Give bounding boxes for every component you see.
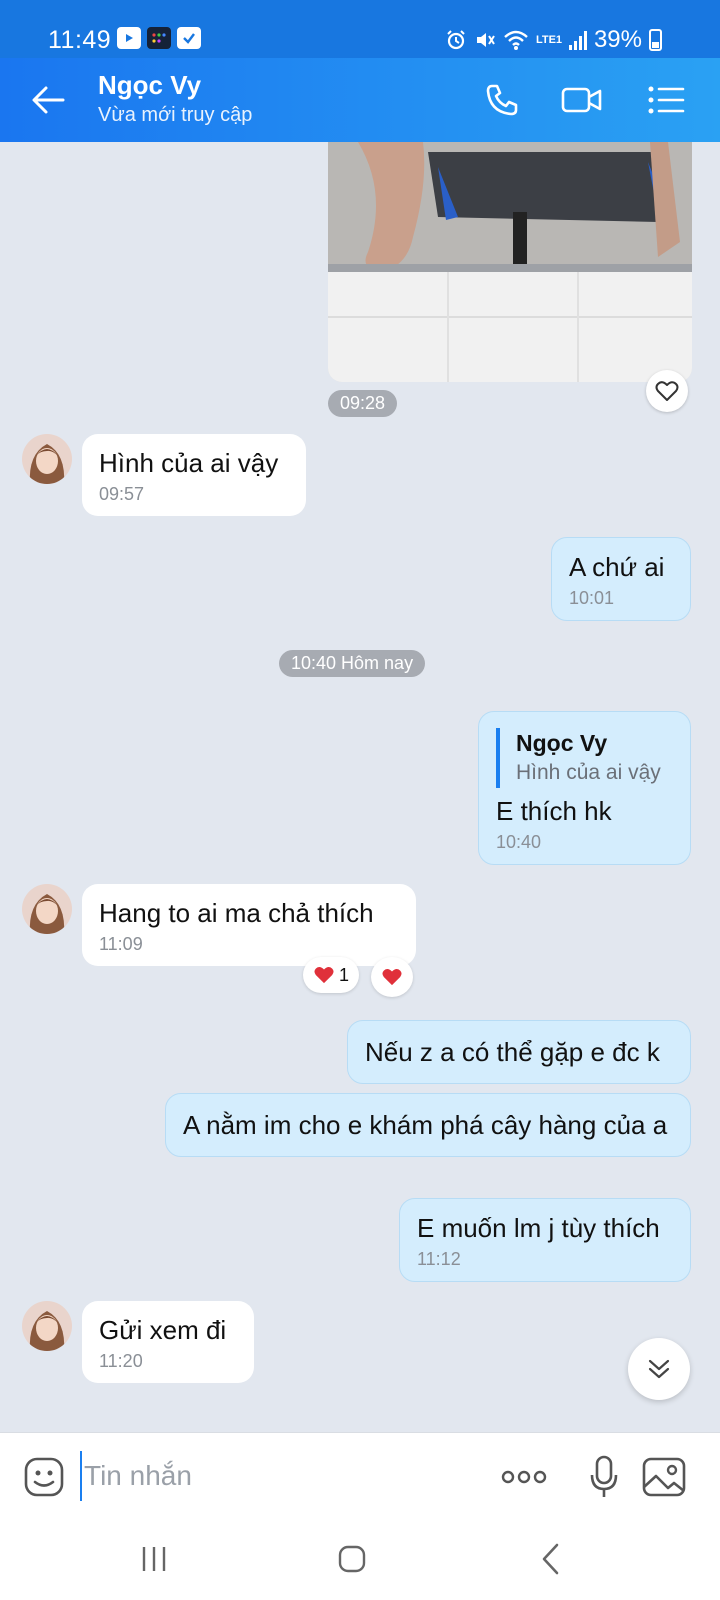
- quoted-sender: Ngọc Vy: [516, 730, 608, 756]
- voice-message-button[interactable]: [580, 1453, 628, 1501]
- more-dots-icon: [501, 1470, 547, 1484]
- message-bubble[interactable]: Gửi xem đi 11:20: [82, 1301, 254, 1383]
- heart-icon: [314, 967, 334, 984]
- chat-thread[interactable]: 09:28 Hình của ai vậy 09:57 A chứ ai 10:…: [0, 142, 720, 1432]
- message-composer: [0, 1432, 720, 1518]
- message-time: 11:09: [99, 934, 143, 954]
- alarm-icon: [447, 30, 465, 50]
- message-text: A nằm im cho e khám phá cây hàng của a: [183, 1110, 668, 1140]
- photo-image: [328, 142, 692, 382]
- avatar[interactable]: [22, 434, 72, 484]
- signal-icon: [568, 30, 587, 50]
- message-text: Nếu z a có thể gặp e đc k: [365, 1037, 660, 1067]
- contact-status: Vừa mới truy cập: [98, 104, 253, 126]
- status-bar: 11:49 LTE1 39%: [0, 0, 720, 58]
- message-time: 11:12: [417, 1249, 461, 1269]
- call-button[interactable]: [478, 76, 526, 124]
- message-bubble[interactable]: A nằm im cho e khám phá cây hàng của a: [165, 1093, 691, 1157]
- home-button[interactable]: [322, 1534, 382, 1584]
- list-menu-icon: [648, 86, 685, 114]
- app-notification-icon: [147, 27, 171, 49]
- status-right: LTE1 39%: [445, 26, 662, 54]
- quoted-text: Hình của ai vậy: [516, 761, 661, 784]
- sticker-smile-icon: [24, 1457, 64, 1497]
- message-bubble[interactable]: Hang to ai ma chả thích 11:09: [82, 884, 416, 966]
- more-options-button[interactable]: [496, 1453, 552, 1501]
- phone-icon: [486, 84, 518, 116]
- home-icon: [338, 1545, 366, 1573]
- reply-message-bubble[interactable]: Ngọc Vy Hình của ai vậy E thích hk 10:40: [478, 711, 691, 865]
- wifi-icon: [504, 30, 528, 50]
- notification-icons: [117, 27, 201, 49]
- double-chevron-down-icon: [648, 1359, 670, 1379]
- message-bubble[interactable]: Hình của ai vậy 09:57: [82, 434, 306, 516]
- check-notification-icon: [177, 27, 201, 49]
- quoted-message[interactable]: Ngọc Vy Hình của ai vậy: [496, 728, 673, 788]
- microphone-icon: [590, 1455, 618, 1497]
- like-button[interactable]: [646, 370, 688, 412]
- status-time: 11:49: [48, 26, 112, 54]
- battery-icon: [649, 29, 662, 51]
- message-bubble[interactable]: Nếu z a có thể gặp e đc k: [347, 1020, 691, 1084]
- back-button[interactable]: [28, 80, 68, 120]
- sticker-button[interactable]: [20, 1453, 68, 1501]
- video-call-button[interactable]: [558, 76, 606, 124]
- shared-photo[interactable]: [328, 142, 692, 382]
- avatar[interactable]: [22, 1301, 72, 1351]
- battery-percent: 39%: [593, 26, 642, 53]
- message-time: 10:01: [569, 588, 615, 608]
- message-text: Gửi xem đi: [99, 1315, 227, 1345]
- system-nav-bar: [0, 1518, 720, 1600]
- mute-icon: [476, 33, 495, 47]
- message-input[interactable]: [80, 1451, 480, 1501]
- message-bubble[interactable]: A chứ ai 10:01: [551, 537, 691, 621]
- gallery-button[interactable]: [640, 1453, 688, 1501]
- scroll-to-bottom-button[interactable]: [628, 1338, 690, 1400]
- message-text: E muốn lm j tùy thích: [417, 1213, 660, 1243]
- message-bubble[interactable]: E muốn lm j tùy thích 11:12: [399, 1198, 691, 1282]
- chat-header: Ngọc Vy Vừa mới truy cập: [0, 58, 720, 142]
- heart-icon: [382, 969, 402, 986]
- reaction-summary[interactable]: 1: [303, 957, 359, 993]
- message-text: Hang to ai ma chả thích: [99, 898, 374, 928]
- avatar[interactable]: [22, 884, 72, 934]
- arrow-left-icon: [32, 86, 65, 114]
- reaction-count: 1: [338, 964, 349, 985]
- photo-timestamp: 09:28: [328, 390, 398, 417]
- volte-icon: LTE1: [535, 33, 563, 46]
- message-text: E thích hk: [496, 796, 612, 826]
- menu-button[interactable]: [642, 76, 690, 124]
- message-time: 10:40: [496, 832, 542, 852]
- message-time: 09:57: [99, 484, 145, 504]
- heart-outline-icon: [655, 381, 679, 401]
- recent-apps-icon: [142, 1547, 166, 1571]
- recent-apps-button[interactable]: [124, 1534, 184, 1584]
- back-nav-button[interactable]: [520, 1534, 580, 1584]
- image-gallery-icon: [642, 1457, 686, 1497]
- chevron-left-icon: [542, 1543, 559, 1575]
- date-separator: 10:40 Hôm nay: [279, 650, 426, 677]
- message-time: 11:20: [99, 1351, 143, 1371]
- react-button[interactable]: [371, 957, 413, 997]
- message-text: A chứ ai: [569, 552, 665, 582]
- contact-name[interactable]: Ngọc Vy: [98, 70, 201, 101]
- message-text: Hình của ai vậy: [99, 448, 279, 478]
- youtube-notification-icon: [117, 27, 141, 49]
- video-camera-icon: [561, 87, 602, 113]
